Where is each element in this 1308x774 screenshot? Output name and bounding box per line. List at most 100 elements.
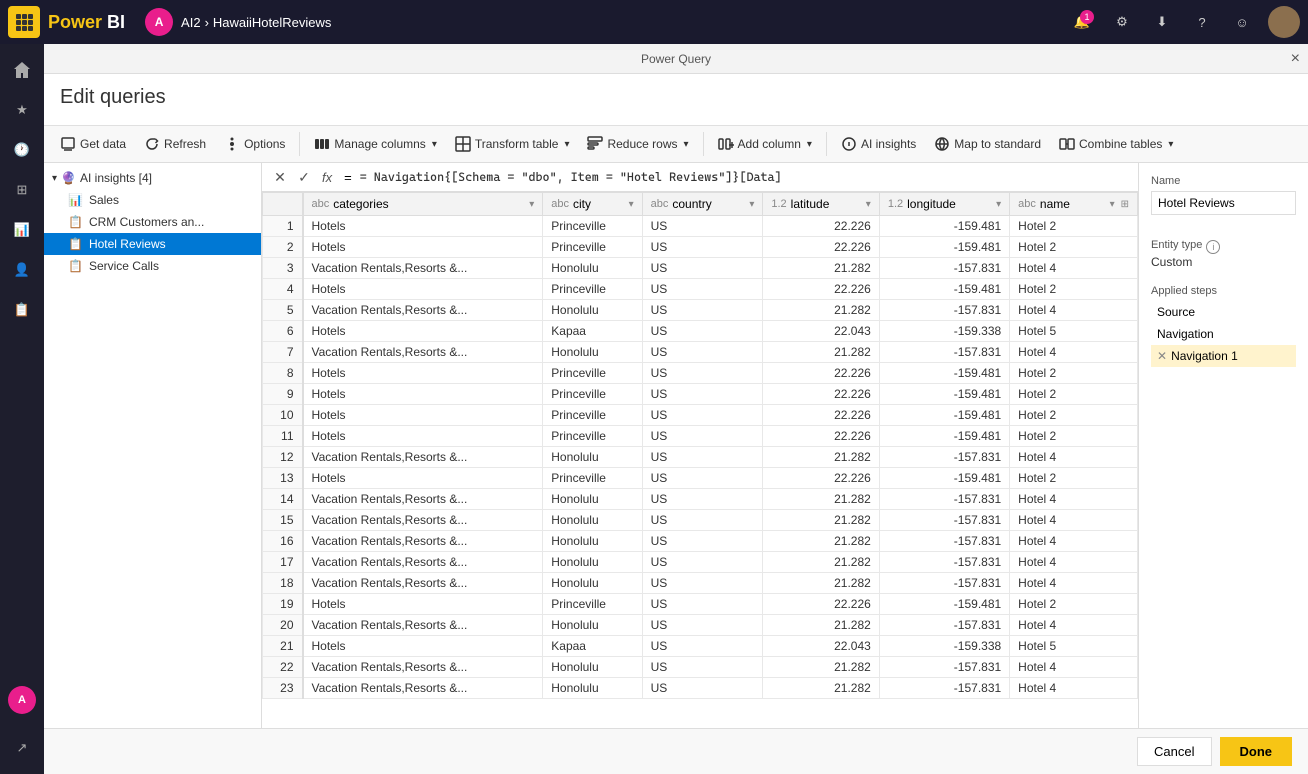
step-navigation-1[interactable]: ✕ Navigation 1 xyxy=(1151,345,1296,367)
sidebar-apps-icon[interactable]: ⊞ xyxy=(4,172,40,208)
formula-cancel-button[interactable]: ✕ xyxy=(270,167,290,187)
table-row[interactable]: 10 Hotels Princeville US 22.226 -159.481… xyxy=(263,405,1138,426)
cancel-button[interactable]: Cancel xyxy=(1137,737,1211,766)
col-header-longitude[interactable]: 1.2 longitude ▾ xyxy=(879,193,1009,216)
ai-insights-button[interactable]: AI insights xyxy=(833,130,924,158)
edit-queries-header: Edit queries xyxy=(44,74,1308,126)
cell-longitude: -159.481 xyxy=(879,363,1009,384)
table-row[interactable]: 19 Hotels Princeville US 22.226 -159.481… xyxy=(263,594,1138,615)
user-profile-avatar[interactable] xyxy=(1268,6,1300,38)
table-icon-sales: 📊 xyxy=(68,193,83,207)
cell-country: US xyxy=(642,279,763,300)
query-label-sales: Sales xyxy=(89,193,119,207)
cell-categories: Hotels xyxy=(303,468,543,489)
table-row[interactable]: 18 Vacation Rentals,Resorts &... Honolul… xyxy=(263,573,1138,594)
cell-longitude: -157.831 xyxy=(879,573,1009,594)
cell-name: Hotel 2 xyxy=(1010,237,1138,258)
query-item-service-calls[interactable]: 📋 Service Calls xyxy=(44,255,261,277)
notification-bell-button[interactable]: 🔔 1 xyxy=(1068,8,1096,36)
cell-latitude: 21.282 xyxy=(763,615,879,636)
col-header-city[interactable]: abc city ▾ xyxy=(543,193,642,216)
table-row[interactable]: 1 Hotels Princeville US 22.226 -159.481 … xyxy=(263,216,1138,237)
add-column-button[interactable]: Add column ▾ xyxy=(710,130,820,158)
sidebar-favorites-icon[interactable]: ★ xyxy=(4,92,40,128)
sidebar-reports-icon[interactable]: 📊 xyxy=(4,212,40,248)
map-to-standard-button[interactable]: Map to standard xyxy=(926,130,1049,158)
cell-name: Hotel 2 xyxy=(1010,384,1138,405)
table-row[interactable]: 2 Hotels Princeville US 22.226 -159.481 … xyxy=(263,237,1138,258)
table-row[interactable]: 11 Hotels Princeville US 22.226 -159.481… xyxy=(263,426,1138,447)
cell-city: Kapaa xyxy=(543,321,642,342)
query-item-hotel-reviews[interactable]: 📋 Hotel Reviews xyxy=(44,233,261,255)
sidebar-recent-icon[interactable]: 🕐 xyxy=(4,132,40,168)
sidebar-people-icon[interactable]: 👤 xyxy=(4,252,40,288)
done-button[interactable]: Done xyxy=(1220,737,1293,766)
table-row[interactable]: 15 Vacation Rentals,Resorts &... Honolul… xyxy=(263,510,1138,531)
close-button[interactable]: × xyxy=(1291,50,1300,68)
table-row[interactable]: 21 Hotels Kapaa US 22.043 -159.338 Hotel… xyxy=(263,636,1138,657)
cell-rownum: 18 xyxy=(263,573,303,594)
table-row[interactable]: 3 Vacation Rentals,Resorts &... Honolulu… xyxy=(263,258,1138,279)
emoji-icon[interactable]: ☺ xyxy=(1228,8,1256,36)
help-icon[interactable]: ? xyxy=(1188,8,1216,36)
sidebar-expand-icon[interactable]: ↗ xyxy=(4,730,40,766)
options-button[interactable]: Options xyxy=(216,130,293,158)
waffle-menu-button[interactable] xyxy=(8,6,40,38)
table-row[interactable]: 12 Vacation Rentals,Resorts &... Honolul… xyxy=(263,447,1138,468)
sidebar-user-avatar: A xyxy=(8,686,36,714)
cell-categories: Vacation Rentals,Resorts &... xyxy=(303,300,543,321)
applied-steps-label: Applied steps xyxy=(1151,285,1296,297)
col-header-latitude[interactable]: 1.2 latitude ▾ xyxy=(763,193,879,216)
transform-table-button[interactable]: Transform table ▾ xyxy=(447,130,578,158)
table-row[interactable]: 7 Vacation Rentals,Resorts &... Honolulu… xyxy=(263,342,1138,363)
entity-type-info-icon[interactable]: i xyxy=(1206,240,1220,254)
table-row[interactable]: 23 Vacation Rentals,Resorts &... Honolul… xyxy=(263,678,1138,699)
manage-columns-button[interactable]: Manage columns ▾ xyxy=(306,130,444,158)
data-grid-container[interactable]: abc categories ▾ abc city ▾ xyxy=(262,192,1138,728)
table-row[interactable]: 4 Hotels Princeville US 22.226 -159.481 … xyxy=(263,279,1138,300)
table-row[interactable]: 16 Vacation Rentals,Resorts &... Honolul… xyxy=(263,531,1138,552)
cell-longitude: -157.831 xyxy=(879,258,1009,279)
combine-tables-button[interactable]: Combine tables ▾ xyxy=(1051,130,1181,158)
query-item-crm[interactable]: 📋 CRM Customers an... xyxy=(44,211,261,233)
cell-rownum: 11 xyxy=(263,426,303,447)
cell-latitude: 22.226 xyxy=(763,405,879,426)
cell-longitude: -159.338 xyxy=(879,321,1009,342)
step-source[interactable]: Source xyxy=(1151,301,1296,323)
formula-confirm-button[interactable]: ✓ xyxy=(294,167,314,187)
table-row[interactable]: 17 Vacation Rentals,Resorts &... Honolul… xyxy=(263,552,1138,573)
col-header-country[interactable]: abc country ▾ xyxy=(642,193,763,216)
sidebar-home-icon[interactable] xyxy=(4,52,40,88)
table-row[interactable]: 9 Hotels Princeville US 22.226 -159.481 … xyxy=(263,384,1138,405)
query-item-sales[interactable]: 📊 Sales xyxy=(44,189,261,211)
manage-columns-dropdown-arrow: ▾ xyxy=(432,139,437,150)
formula-input[interactable] xyxy=(360,170,1130,184)
table-row[interactable]: 8 Hotels Princeville US 22.226 -159.481 … xyxy=(263,363,1138,384)
col-header-name[interactable]: abc name ▾ ⊞ xyxy=(1010,193,1138,216)
cell-city: Princeville xyxy=(543,363,642,384)
cell-categories: Hotels xyxy=(303,636,543,657)
table-row[interactable]: 5 Vacation Rentals,Resorts &... Honolulu… xyxy=(263,300,1138,321)
cell-name: Hotel 2 xyxy=(1010,279,1138,300)
formula-icons: ✕ ✓ xyxy=(270,167,314,187)
sidebar-user-icon[interactable]: A xyxy=(4,682,40,718)
col-header-categories[interactable]: abc categories ▾ xyxy=(303,193,543,216)
table-row[interactable]: 14 Vacation Rentals,Resorts &... Honolul… xyxy=(263,489,1138,510)
table-row[interactable]: 22 Vacation Rentals,Resorts &... Honolul… xyxy=(263,657,1138,678)
get-data-button[interactable]: Get data xyxy=(52,130,134,158)
table-row[interactable]: 20 Vacation Rentals,Resorts &... Honolul… xyxy=(263,615,1138,636)
reduce-rows-button[interactable]: Reduce rows ▾ xyxy=(579,130,696,158)
refresh-button[interactable]: Refresh xyxy=(136,130,214,158)
queries-group-header[interactable]: ▾ 🔮 AI insights [4] xyxy=(44,167,261,189)
cell-name: Hotel 4 xyxy=(1010,258,1138,279)
settings-icon[interactable]: ⚙ xyxy=(1108,8,1136,36)
step-delete-icon[interactable]: ✕ xyxy=(1157,349,1167,363)
cell-country: US xyxy=(642,468,763,489)
step-navigation[interactable]: Navigation xyxy=(1151,323,1296,345)
cell-name: Hotel 5 xyxy=(1010,636,1138,657)
table-row[interactable]: 6 Hotels Kapaa US 22.043 -159.338 Hotel … xyxy=(263,321,1138,342)
sidebar-learn-icon[interactable]: 📋 xyxy=(4,292,40,328)
name-input[interactable] xyxy=(1151,191,1296,215)
download-icon[interactable]: ⬇ xyxy=(1148,8,1176,36)
table-row[interactable]: 13 Hotels Princeville US 22.226 -159.481… xyxy=(263,468,1138,489)
